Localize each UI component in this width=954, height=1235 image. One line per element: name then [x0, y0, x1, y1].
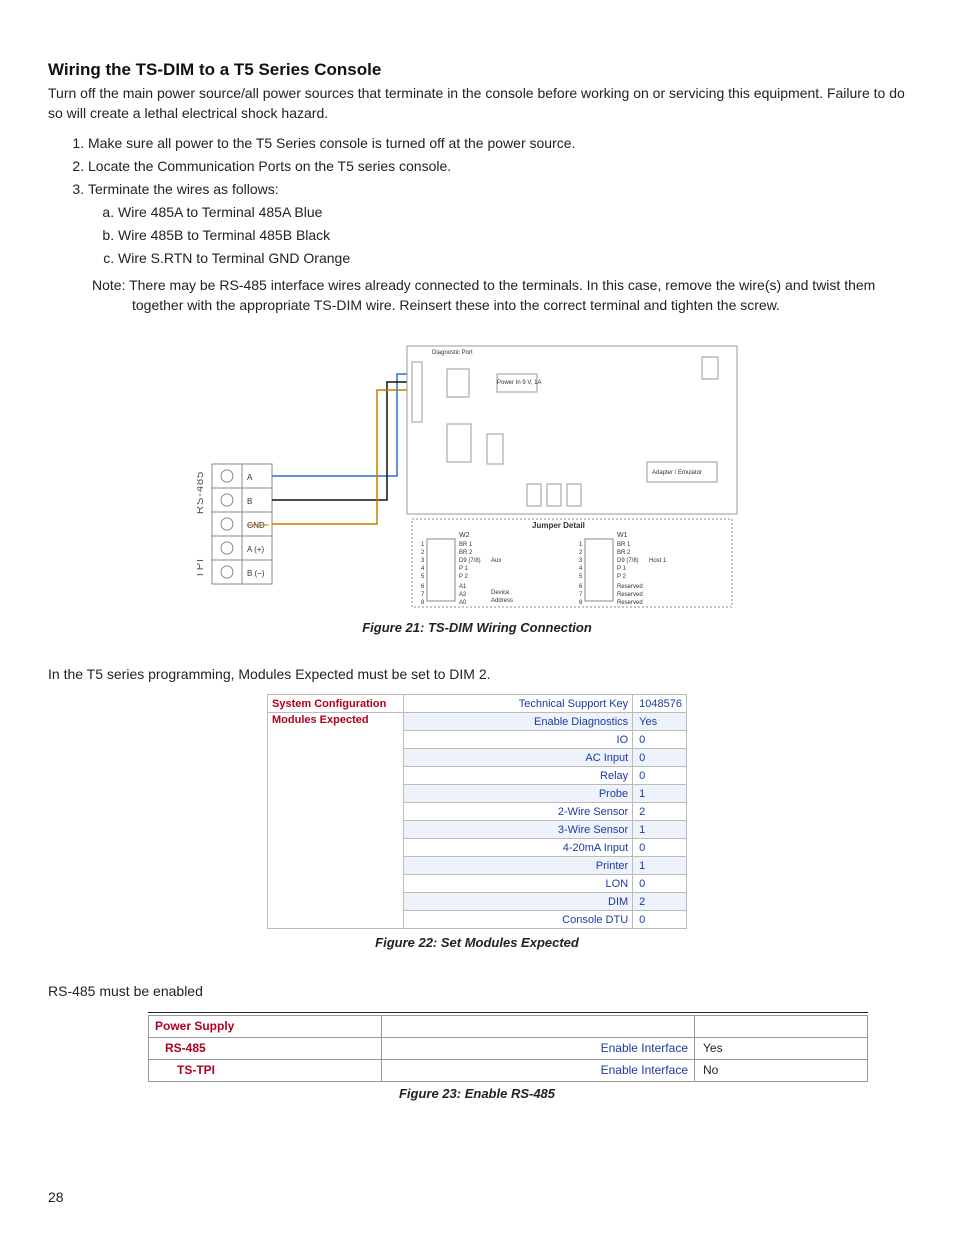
svg-text:5: 5: [579, 574, 583, 580]
svg-text:3: 3: [421, 558, 425, 564]
midtext-dim2: In the T5 series programming, Modules Ex…: [48, 665, 906, 685]
svg-text:6: 6: [579, 584, 583, 590]
svg-text:BR 1: BR 1: [617, 542, 631, 548]
svg-text:8: 8: [421, 600, 425, 606]
svg-text:Device: Device: [491, 590, 510, 596]
substep-a: Wire 485A to Terminal 485A Blue: [118, 202, 906, 223]
svg-text:5: 5: [421, 574, 425, 580]
svg-text:A2: A2: [459, 592, 467, 598]
figure-22-table: System Configuration Technical Support K…: [267, 694, 687, 950]
svg-text:4: 4: [421, 566, 425, 572]
label-tpi-vert: TPI: [197, 558, 206, 578]
step-1: Make sure all power to the T5 Series con…: [88, 133, 906, 154]
svg-text:W2: W2: [459, 532, 470, 539]
figure-23-table: Power Supply RS-485 Enable Interface Yes…: [148, 1012, 868, 1082]
svg-text:A (+): A (+): [247, 545, 264, 554]
label-rs485-vert: RS-485: [197, 470, 206, 513]
svg-text:Aux: Aux: [491, 558, 501, 564]
modules-expected-header: Modules Expected: [268, 713, 404, 929]
intro-paragraph: Turn off the main power source/all power…: [48, 84, 906, 123]
svg-text:8: 8: [579, 600, 583, 606]
page-number: 28: [48, 1189, 64, 1205]
svg-text:P 2: P 2: [617, 574, 627, 580]
svg-text:7: 7: [579, 592, 583, 598]
svg-text:A: A: [247, 473, 253, 482]
svg-text:Adapter / Emulator: Adapter / Emulator: [652, 470, 702, 476]
step-3: Terminate the wires as follows: Wire 485…: [88, 179, 906, 269]
svg-text:B (−): B (−): [247, 569, 265, 578]
sysconfig-header: System Configuration: [268, 695, 404, 713]
svg-text:BR 1: BR 1: [459, 542, 473, 548]
svg-text:B: B: [247, 497, 252, 506]
section-heading: Wiring the TS-DIM to a T5 Series Console: [48, 60, 906, 80]
svg-text:6: 6: [421, 584, 425, 590]
svg-text:4: 4: [579, 566, 583, 572]
svg-text:1: 1: [421, 542, 425, 548]
note-paragraph: Note: There may be RS-485 interface wire…: [48, 275, 906, 316]
svg-text:W1: W1: [617, 532, 628, 539]
svg-text:Reserved: Reserved: [617, 584, 643, 590]
svg-text:Jumper Detail: Jumper Detail: [532, 521, 585, 530]
figure-21-caption: Figure 21: TS-DIM Wiring Connection: [48, 620, 906, 635]
svg-text:3: 3: [579, 558, 583, 564]
svg-text:BR 2: BR 2: [617, 550, 631, 556]
svg-text:P 1: P 1: [459, 566, 469, 572]
figure-23-caption: Figure 23: Enable RS-485: [48, 1086, 906, 1101]
substep-b: Wire 485B to Terminal 485B Black: [118, 225, 906, 246]
svg-text:D9 (7/8): D9 (7/8): [459, 558, 481, 564]
wiring-diagram: RS-485 TPI A B GND A (+) B (−): [197, 334, 757, 614]
svg-text:7: 7: [421, 592, 425, 598]
svg-text:A0: A0: [459, 600, 467, 606]
svg-text:Power In 9 V, 1A: Power In 9 V, 1A: [497, 380, 541, 386]
svg-text:Reserved: Reserved: [617, 600, 643, 606]
svg-text:2: 2: [421, 550, 425, 556]
svg-text:P 2: P 2: [459, 574, 469, 580]
figure-21: RS-485 TPI A B GND A (+) B (−): [48, 334, 906, 635]
svg-text:1: 1: [579, 542, 583, 548]
step-list: Make sure all power to the T5 Series con…: [88, 133, 906, 269]
step-2: Locate the Communication Ports on the T5…: [88, 156, 906, 177]
rs485-text: RS-485 must be enabled: [48, 982, 906, 1002]
svg-text:Address: Address: [491, 598, 513, 604]
svg-text:P 1: P 1: [617, 566, 627, 572]
figure-22-caption: Figure 22: Set Modules Expected: [267, 935, 687, 950]
svg-text:Diagnostic Port: Diagnostic Port: [432, 350, 473, 356]
svg-text:Reserved: Reserved: [617, 592, 643, 598]
svg-text:2: 2: [579, 550, 583, 556]
svg-text:D9 (7/8): D9 (7/8): [617, 558, 639, 564]
substep-c: Wire S.RTN to Terminal GND Orange: [118, 248, 906, 269]
svg-text:Host 1: Host 1: [649, 558, 667, 564]
svg-text:A1: A1: [459, 584, 467, 590]
svg-text:BR 2: BR 2: [459, 550, 473, 556]
